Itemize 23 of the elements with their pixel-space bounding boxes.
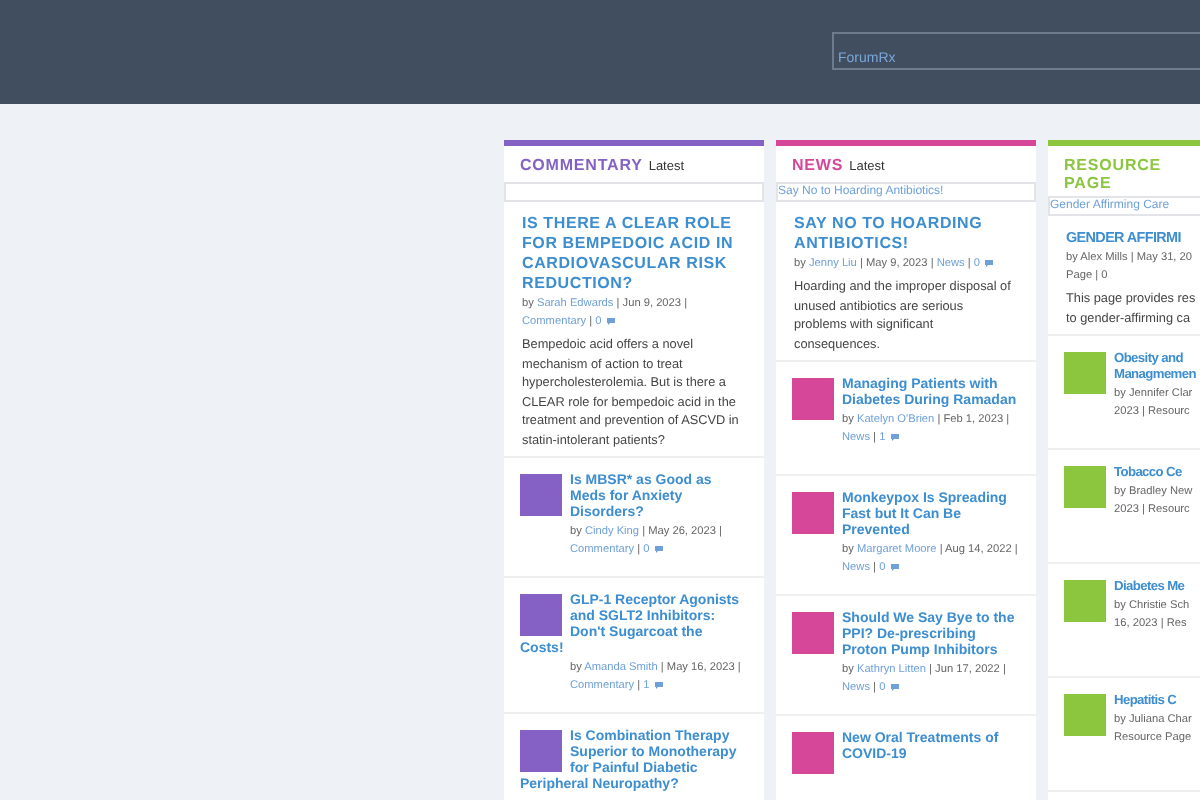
comment-icon — [653, 544, 664, 555]
comment-icon — [605, 316, 616, 327]
thumbnail-placeholder — [792, 612, 834, 654]
thumbnail-placeholder — [520, 594, 562, 636]
featured-title[interactable]: SAY NO TO HOARDING ANTIBIOTICS! — [794, 214, 1018, 254]
thumbnail-placeholder — [792, 732, 834, 774]
comment-icon — [653, 680, 664, 691]
thumbnail-placeholder — [792, 492, 834, 534]
comment-icon — [889, 562, 900, 573]
comment-icon — [984, 258, 995, 269]
thumbnail-placeholder — [1064, 466, 1106, 508]
thumbnail-placeholder — [1064, 352, 1106, 394]
comment-icon — [889, 432, 900, 443]
featured-title[interactable]: IS THERE A CLEAR ROLE FOR BEMPEDOIC ACID IN CARDIOVASCULAR RISK REDUCTION? — [522, 214, 746, 294]
thumbnail-placeholder — [520, 730, 562, 772]
column-heading: RESOURCE PAGE — [1064, 156, 1164, 192]
thumbnail-placeholder — [520, 474, 562, 516]
thumbnail-placeholder — [792, 378, 834, 420]
thumbnail-placeholder — [1064, 580, 1106, 622]
column-heading: NEWS — [792, 156, 844, 174]
comment-icon — [889, 682, 900, 693]
thumbnail-placeholder — [1064, 694, 1106, 736]
column-heading: COMMENTARY — [520, 156, 643, 174]
